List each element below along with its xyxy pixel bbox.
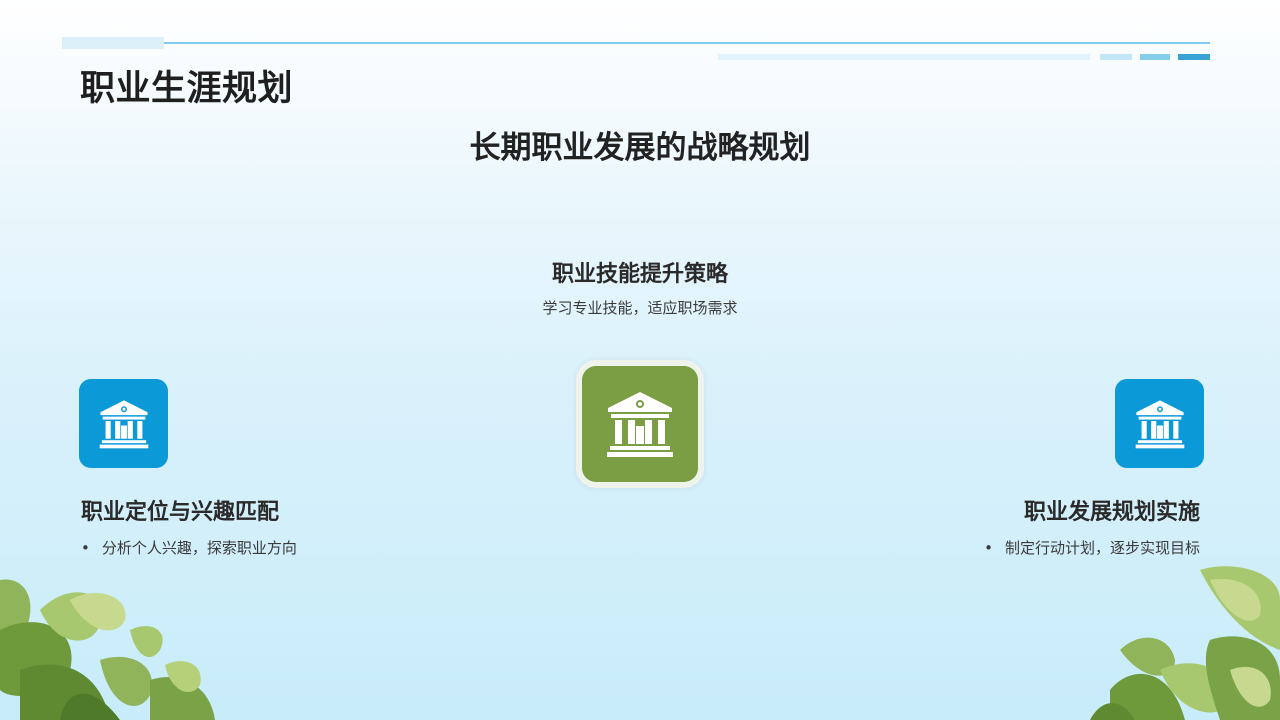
bank-icon (1135, 399, 1184, 448)
right-item-bullet-text: 制定行动计划，逐步实现目标 (1004, 539, 1200, 557)
top-right-accent-bar (718, 54, 1090, 60)
bank-icon (99, 399, 148, 448)
right-icon-tile (1115, 379, 1204, 468)
left-item-bullet: • 分析个人兴趣，探索职业方向 (81, 537, 297, 558)
top-left-accent-block (62, 37, 164, 49)
slide: 职业生涯规划 长期职业发展的战略规划 职业技能提升策略 学习专业技能，适应职场需… (0, 0, 1280, 720)
top-right-accent-dash (1140, 54, 1170, 60)
center-item-description: 学习专业技能，适应职场需求 (542, 299, 738, 317)
center-icon-tile (582, 366, 698, 482)
top-right-accent-dash (1100, 54, 1132, 60)
center-item-title: 职业技能提升策略 (551, 262, 728, 287)
bullet-dot: • (81, 539, 90, 557)
left-item-bullet-text: 分析个人兴趣，探索职业方向 (101, 539, 297, 557)
leaves-left-decoration (0, 579, 215, 720)
page-title: 职业生涯规划 (80, 69, 294, 109)
top-right-accent-dash (1178, 54, 1210, 60)
bullet-dot: • (984, 539, 993, 557)
left-item-title: 职业定位与兴趣匹配 (81, 500, 280, 525)
main-heading: 长期职业发展的战略规划 (469, 130, 811, 166)
bank-icon (607, 392, 673, 457)
leaves-right-decoration (1090, 566, 1280, 720)
left-icon-tile (79, 379, 168, 468)
right-item-title: 职业发展规划实施 (1023, 500, 1200, 525)
top-divider-line (62, 42, 1210, 44)
right-item-bullet: • 制定行动计划，逐步实现目标 (984, 537, 1200, 558)
